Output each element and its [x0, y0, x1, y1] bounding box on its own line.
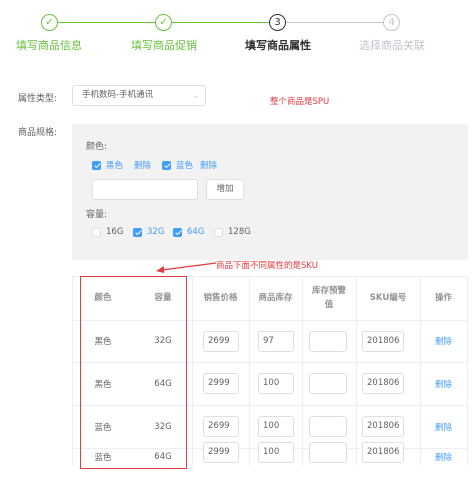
step-connector — [172, 22, 269, 23]
header-stock-warning: 库存预警值 — [311, 286, 346, 310]
header-stock: 商品库存 — [258, 293, 293, 303]
checkbox[interactable] — [133, 227, 142, 237]
stock-input[interactable]: 97 — [258, 331, 294, 352]
spu-annotation: 整个商品是SPU — [270, 97, 330, 107]
step-2-check-icon: ✓ — [155, 14, 172, 31]
step-3-title: 填写商品属性 — [245, 39, 311, 52]
step-connector — [286, 22, 383, 23]
delete-row-link[interactable]: 删除 — [420, 362, 467, 405]
stock-warning-input[interactable] — [309, 442, 347, 463]
price-input[interactable]: 2699 — [203, 416, 239, 437]
attr-type-select[interactable]: 手机数码-手机通讯 ⌄ — [72, 85, 206, 106]
header-action: 操作 — [434, 293, 452, 303]
sku-code-input[interactable]: 201806 — [362, 442, 404, 463]
step-3-number: 3 — [269, 14, 286, 31]
price-input[interactable]: 2999 — [203, 442, 239, 463]
step-4-title: 选择商品关联 — [359, 39, 425, 52]
sku-code-input[interactable]: 201806 — [362, 373, 404, 394]
delete-row-link[interactable]: 删除 — [420, 448, 467, 466]
spec-panel: 颜色: 黑色 删除 蓝色 删除 增加 容量: 16G 32G 64G 128G — [72, 124, 468, 260]
stock-input[interactable]: 100 — [258, 442, 294, 463]
price-input[interactable]: 2999 — [203, 373, 239, 394]
capacity-option-64g[interactable]: 64G — [173, 227, 204, 237]
color-option-black[interactable]: 黑色 — [92, 159, 123, 171]
attr-type-value: 手机数码-手机通讯 — [82, 90, 154, 100]
price-input[interactable]: 2699 — [203, 331, 239, 352]
step-1-check-icon: ✓ — [41, 14, 58, 31]
attr-type-label: 属性类型: — [18, 94, 58, 104]
capacity-option-16g[interactable]: 16G — [92, 227, 123, 237]
color-label: 颜色: — [86, 142, 108, 152]
stock-warning-input[interactable] — [309, 416, 347, 437]
stock-warning-input[interactable] — [309, 331, 347, 352]
spec-label: 商品规格: — [18, 128, 58, 138]
delete-row-link[interactable]: 删除 — [420, 320, 467, 362]
checkbox[interactable] — [214, 227, 223, 237]
add-button[interactable]: 增加 — [206, 179, 244, 200]
capacity-label: 容量: — [86, 210, 108, 220]
stock-warning-input[interactable] — [309, 373, 347, 394]
checkbox[interactable] — [92, 227, 101, 237]
step-2-title: 填写商品促销 — [131, 39, 197, 52]
delete-row-link[interactable]: 删除 — [420, 405, 467, 448]
stock-input[interactable]: 100 — [258, 373, 294, 394]
header-price: 销售价格 — [203, 293, 238, 303]
delete-color-blue[interactable]: 删除 — [200, 159, 217, 171]
delete-color-black[interactable]: 删除 — [134, 159, 151, 171]
chevron-down-icon: ⌄ — [192, 91, 199, 100]
checkbox[interactable] — [173, 227, 182, 237]
capacity-option-128g[interactable]: 128G — [214, 227, 251, 237]
step-4-number: 4 — [383, 14, 400, 31]
stock-input[interactable]: 100 — [258, 416, 294, 437]
new-color-input[interactable] — [92, 179, 198, 200]
sku-code-input[interactable]: 201806 — [362, 416, 404, 437]
color-option-blue[interactable]: 蓝色 — [162, 159, 193, 171]
checkbox[interactable] — [92, 160, 101, 170]
sku-highlight-box — [80, 276, 187, 469]
step-1-title: 填写商品信息 — [16, 39, 82, 52]
sku-annotation: 商品下面不同属性的是SKU — [216, 261, 318, 271]
checkbox[interactable] — [162, 160, 171, 170]
sku-code-input[interactable]: 201806 — [362, 331, 404, 352]
capacity-option-32g[interactable]: 32G — [133, 227, 164, 237]
steps-bar: ✓ ✓ 3 4 填写商品信息 填写商品促销 填写商品属性 选择商品关联 — [0, 0, 474, 60]
header-sku-code: SKU编号 — [369, 293, 407, 303]
step-connector — [58, 22, 155, 23]
annotation-arrow-icon — [156, 262, 217, 273]
